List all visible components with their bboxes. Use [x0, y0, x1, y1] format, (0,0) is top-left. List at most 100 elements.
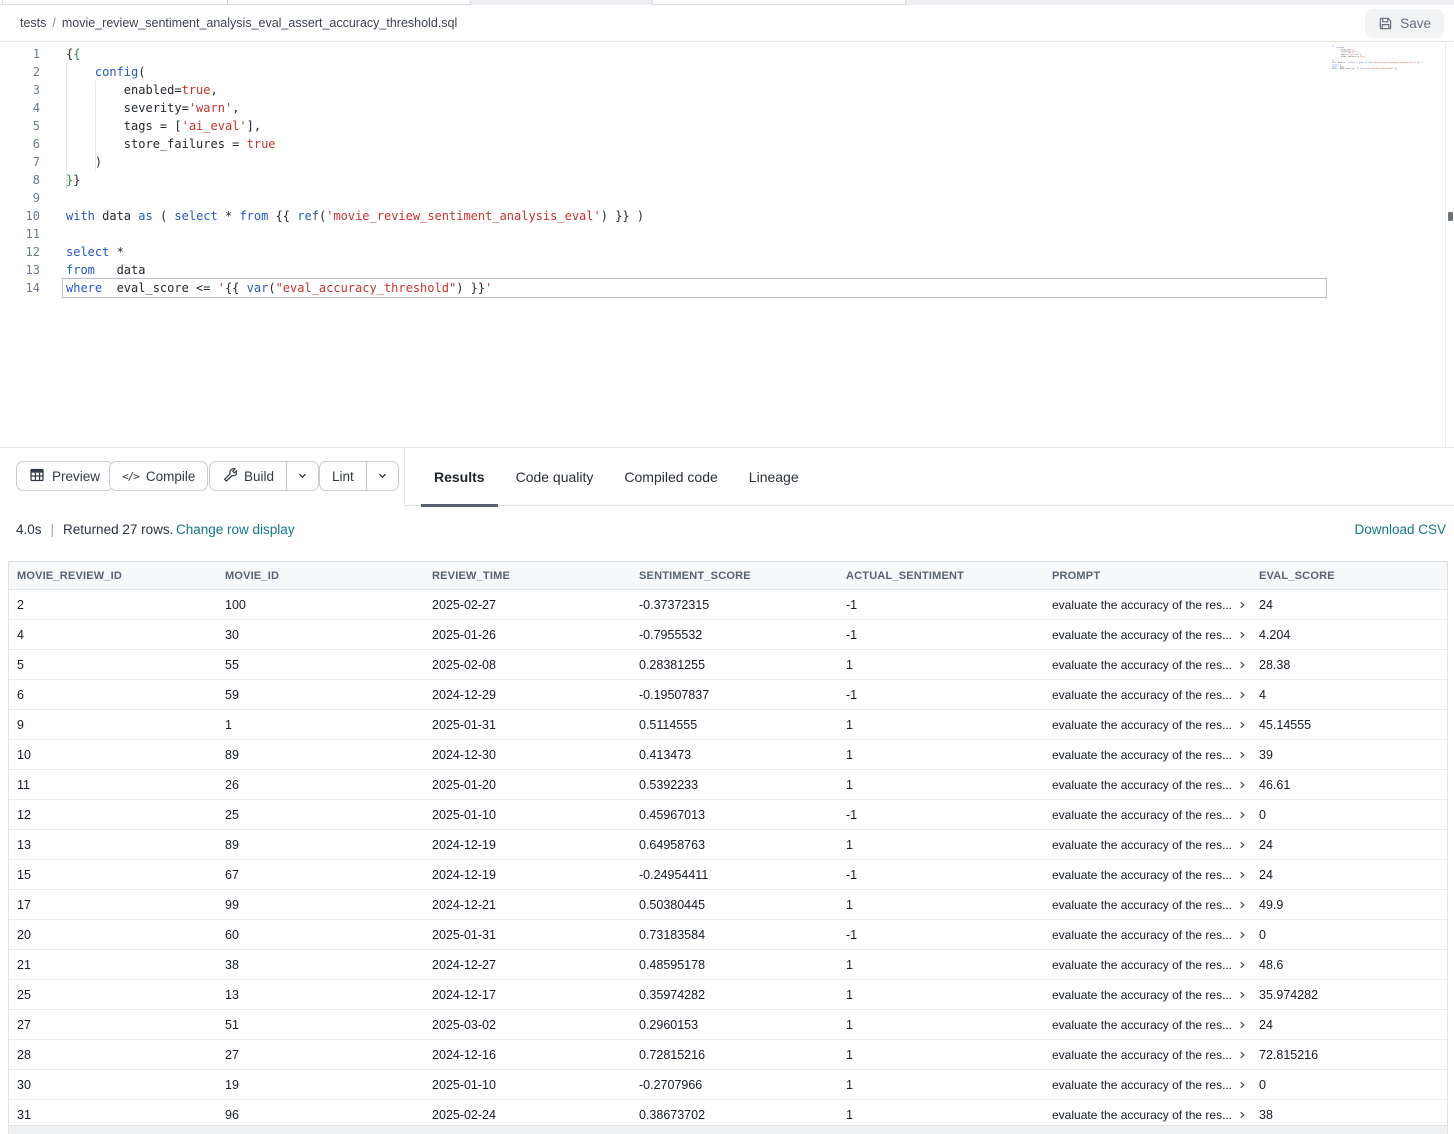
tab-results[interactable]: Results	[434, 448, 485, 506]
code-line[interactable]: 10with data as ( select * from {{ ref('m…	[0, 207, 1430, 225]
prompt-preview-text: evaluate the accuracy of the res...	[1052, 898, 1232, 912]
code-line[interactable]: 8}}	[0, 171, 1430, 189]
editor-scrollbar-thumb[interactable]	[1448, 212, 1453, 221]
prompt-expand-chevron-icon[interactable]	[1237, 690, 1247, 700]
prompt-expand-chevron-icon[interactable]	[1237, 1080, 1247, 1090]
cell-prompt: evaluate the accuracy of the res...	[1044, 950, 1251, 979]
cell-prompt: evaluate the accuracy of the res...	[1044, 800, 1251, 829]
prompt-preview-text: evaluate the accuracy of the res...	[1052, 1048, 1232, 1062]
cell-sentiment_score: 0.5114555	[631, 710, 838, 739]
build-button[interactable]: Build	[210, 462, 286, 490]
cell-sentiment_score: -0.7955532	[631, 620, 838, 649]
prompt-preview-text: evaluate the accuracy of the res...	[1052, 808, 1232, 822]
code-line[interactable]: 6 store_failures = true	[0, 135, 1430, 153]
cell-actual_sentiment: 1	[838, 650, 1044, 679]
prompt-expand-chevron-icon[interactable]	[1237, 600, 1247, 610]
breadcrumb-filename: movie_review_sentiment_analysis_eval_ass…	[62, 16, 457, 30]
cell-prompt: evaluate the accuracy of the res...	[1044, 920, 1251, 949]
cell-review_time: 2024-12-16	[424, 1040, 631, 1069]
prompt-preview-text: evaluate the accuracy of the res...	[1052, 748, 1232, 762]
cell-review_time: 2024-12-19	[424, 860, 631, 889]
prompt-expand-chevron-icon[interactable]	[1237, 960, 1247, 970]
line-number: 5	[0, 117, 40, 135]
cell-movie_id: 13	[217, 980, 424, 1009]
prompt-expand-chevron-icon[interactable]	[1237, 660, 1247, 670]
cell-movie_id: 100	[217, 590, 424, 619]
cell-movie_review_id: 11	[9, 770, 217, 799]
column-header-movie_id: MOVIE_ID	[217, 562, 424, 589]
build-dropdown-button[interactable]	[286, 462, 318, 490]
prompt-expand-chevron-icon[interactable]	[1237, 810, 1247, 820]
tab-compiled-code[interactable]: Compiled code	[624, 448, 717, 506]
tab-code-quality[interactable]: Code quality	[516, 448, 594, 506]
minimap-content: {{ config( enabled=true, severity='warn'…	[1332, 45, 1389, 70]
prompt-expand-chevron-icon[interactable]	[1237, 870, 1247, 880]
prompt-preview-text: evaluate the accuracy of the res...	[1052, 988, 1232, 1002]
cell-review_time: 2024-12-17	[424, 980, 631, 1009]
code-line[interactable]: 13from data	[0, 261, 1430, 279]
lint-button[interactable]: Lint	[320, 462, 366, 490]
cell-actual_sentiment: 1	[838, 950, 1044, 979]
editor-minimap[interactable]: {{ config( enabled=true, severity='warn'…	[1332, 45, 1424, 245]
cell-sentiment_score: -0.37372315	[631, 590, 838, 619]
cell-movie_id: 38	[217, 950, 424, 979]
compile-button[interactable]: </> Compile	[109, 461, 208, 491]
cell-review_time: 2025-02-27	[424, 590, 631, 619]
editor-scrollbar-track[interactable]	[1445, 42, 1454, 448]
table-horizontal-scrollbar[interactable]	[9, 1125, 1447, 1134]
cell-review_time: 2024-12-21	[424, 890, 631, 919]
cell-actual_sentiment: 1	[838, 890, 1044, 919]
build-button-group: Build	[209, 461, 319, 491]
table-row: 17992024-12-210.503804451evaluate the ac…	[9, 890, 1447, 920]
lint-button-group: Lint	[319, 461, 399, 491]
wrench-icon	[222, 467, 237, 485]
cell-sentiment_score: 0.2960153	[631, 1010, 838, 1039]
cell-eval_score: 24	[1251, 590, 1447, 619]
code-line[interactable]: 1{{	[0, 45, 1430, 63]
prompt-expand-chevron-icon[interactable]	[1237, 780, 1247, 790]
prompt-expand-chevron-icon[interactable]	[1237, 720, 1247, 730]
cell-actual_sentiment: 1	[838, 980, 1044, 1009]
line-number: 9	[0, 189, 40, 207]
prompt-expand-chevron-icon[interactable]	[1237, 1110, 1247, 1120]
code-line[interactable]: 12select *	[0, 243, 1430, 261]
prompt-expand-chevron-icon[interactable]	[1237, 630, 1247, 640]
save-button-label: Save	[1400, 16, 1431, 31]
prompt-expand-chevron-icon[interactable]	[1237, 900, 1247, 910]
prompt-expand-chevron-icon[interactable]	[1237, 1020, 1247, 1030]
prompt-expand-chevron-icon[interactable]	[1237, 840, 1247, 850]
sql-code-editor[interactable]: 1{{2 config(3 enabled=true,4 severity='w…	[0, 42, 1454, 448]
cell-movie_id: 19	[217, 1070, 424, 1099]
prompt-preview-text: evaluate the accuracy of the res...	[1052, 778, 1232, 792]
prompt-expand-chevron-icon[interactable]	[1237, 930, 1247, 940]
code-line[interactable]: 2 config(	[0, 63, 1430, 81]
cell-prompt: evaluate the accuracy of the res...	[1044, 650, 1251, 679]
preview-button[interactable]: Preview	[16, 461, 113, 491]
code-line[interactable]: 7 )	[0, 153, 1430, 171]
cell-actual_sentiment: 1	[838, 1070, 1044, 1099]
code-line[interactable]: 11	[0, 225, 1430, 243]
tab-lineage[interactable]: Lineage	[749, 448, 799, 506]
download-csv-link[interactable]: Download CSV	[1354, 522, 1446, 537]
prompt-expand-chevron-icon[interactable]	[1237, 990, 1247, 1000]
results-table: MOVIE_REVIEW_IDMOVIE_IDREVIEW_TIMESENTIM…	[8, 561, 1448, 1134]
code-line[interactable]: 5 tags = ['ai_eval'],	[0, 117, 1430, 135]
cell-actual_sentiment: -1	[838, 800, 1044, 829]
code-brackets-icon: </>	[122, 470, 139, 483]
code-line[interactable]: 9	[0, 189, 1430, 207]
code-line[interactable]: 14where eval_score <= '{{ var("eval_accu…	[0, 279, 1430, 297]
column-header-review_time: REVIEW_TIME	[424, 562, 631, 589]
change-row-display-link[interactable]: Change row display	[176, 522, 295, 537]
cell-movie_review_id: 20	[9, 920, 217, 949]
cell-review_time: 2025-01-26	[424, 620, 631, 649]
prompt-expand-chevron-icon[interactable]	[1237, 750, 1247, 760]
prompt-expand-chevron-icon[interactable]	[1237, 1050, 1247, 1060]
line-number: 6	[0, 135, 40, 153]
cell-movie_review_id: 6	[9, 680, 217, 709]
code-line[interactable]: 4 severity='warn',	[0, 99, 1430, 117]
save-button[interactable]: Save	[1365, 9, 1444, 38]
lint-dropdown-button[interactable]	[366, 462, 398, 490]
code-line[interactable]: 3 enabled=true,	[0, 81, 1430, 99]
cell-prompt: evaluate the accuracy of the res...	[1044, 1040, 1251, 1069]
cell-movie_id: 25	[217, 800, 424, 829]
